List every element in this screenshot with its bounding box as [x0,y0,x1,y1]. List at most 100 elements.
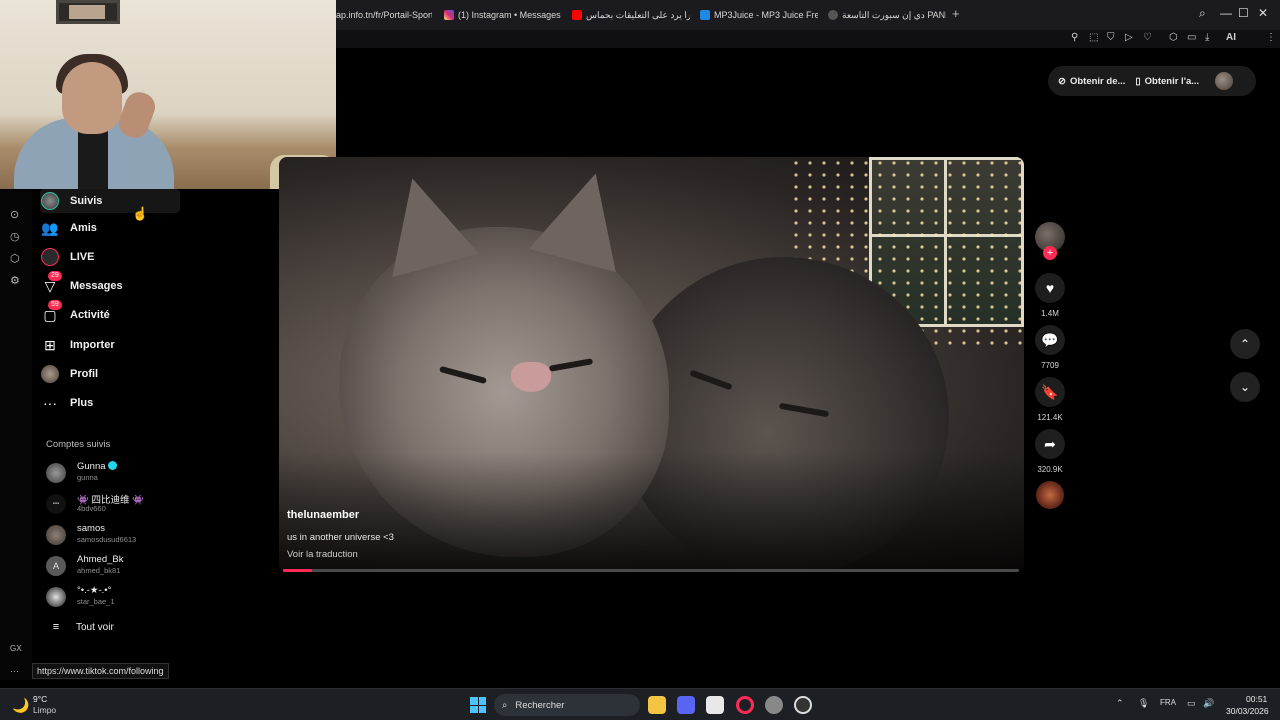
followed-account[interactable]: °•.-★-.•° star_bae_1 [46,584,186,610]
nav-messages[interactable]: ▽ 29 Messages [40,271,180,298]
new-tab-button[interactable]: + [952,7,960,20]
nav-label: Plus [70,397,94,409]
cat-eye [439,365,487,385]
snapshot-icon[interactable]: ⬚ [1089,32,1098,43]
avatar [46,463,66,483]
ai-button[interactable]: AI [1226,32,1236,43]
start-tile [470,705,478,713]
cat-ear [368,166,480,278]
download-icon[interactable]: ⤓ [1205,32,1209,43]
browser-tab[interactable]: ساشارا يرد على التعليقات بحماس [572,6,690,24]
save-button[interactable]: 🔖 [1035,377,1065,407]
like-button[interactable]: ♥ [1035,273,1065,303]
extensions-icon[interactable]: ⬡ [1169,32,1178,43]
browser-tab[interactable]: دي إن سبورت التاسعة PANDA [828,6,946,24]
live-icon [40,247,60,267]
nav-live[interactable]: LIVE [40,245,180,269]
chrome-icon[interactable] [765,696,783,714]
video-shade [279,452,1024,572]
file-explorer-icon[interactable] [648,696,666,714]
wallet-icon[interactable]: ▭ [1187,32,1196,43]
avatar: A [46,556,66,576]
nav-activity[interactable]: ▢ 59 Activité [40,300,180,327]
video-progress-bar[interactable] [283,569,1019,572]
maximize-icon[interactable]: ☐ [1238,6,1249,20]
clock-time[interactable]: 00:51 [1246,694,1267,704]
followed-account[interactable]: ▪▪▪ 👾 四比迪维 👾 4bdv660 [46,491,186,517]
network-icon[interactable]: ▭ [1187,698,1196,709]
cube-icon[interactable]: ⬡ [10,252,20,265]
next-video-button[interactable]: ⌄ [1230,372,1260,402]
followed-account[interactable]: A Ahmed_Bk ahmed_bk81 [46,553,186,579]
menu-icon[interactable]: ⋮ [1266,32,1276,43]
get-app-button[interactable]: ▯ Obtenir l'a... [1135,76,1199,87]
opera-gx-icon[interactable] [736,696,754,714]
play-icon[interactable]: ▷ [1125,32,1133,43]
like-count: 1.4M [1041,309,1059,318]
followed-accounts-title: Comptes suivis [46,439,111,450]
browser-tab[interactable]: MP3Juice - MP3 Juice Free [700,6,818,24]
browser-tab[interactable]: (1) Instagram • Messages [444,6,562,24]
get-app-label: Obtenir l'a... [1144,75,1200,87]
weather-condition[interactable]: Limpo [33,705,56,715]
history-icon[interactable]: ◷ [10,230,20,243]
store-icon[interactable] [706,696,724,714]
heart-icon[interactable]: ♡ [1143,32,1152,43]
language-indicator[interactable]: FRA [1160,698,1176,707]
close-icon[interactable]: ✕ [1258,6,1268,20]
save-count: 121.4K [1037,413,1063,422]
browser-tab[interactable]: ap.info.tn/fr/Portail-Sport [336,6,432,24]
nav-profile[interactable]: Profil [40,362,180,386]
see-all-label: Tout voir [76,621,114,633]
nav-label: Activité [70,309,110,321]
start-button[interactable] [470,697,486,713]
search-tabs-icon[interactable]: ⌕ [1199,6,1206,21]
cat-eye [548,358,594,372]
share-button[interactable]: ➦ [1035,429,1065,459]
video-author[interactable]: thelunaember [287,509,359,521]
coins-icon: ⊘ [1058,75,1066,87]
status-url: https://www.tiktok.com/following [32,663,169,679]
weather-temp[interactable]: 9°C [33,694,47,704]
settings-icon[interactable]: ⚙ [10,274,20,287]
music-disc-icon[interactable] [1036,481,1064,509]
search-label: Rechercher [515,699,565,711]
pin-icon[interactable]: ⚲ [1071,32,1078,43]
share-count: 320.9K [1037,465,1063,474]
microphone-icon[interactable]: 🎙 [1138,698,1149,709]
gx-label[interactable]: GX [10,644,22,653]
nav-following[interactable]: Suivis [40,189,180,213]
video-player[interactable]: thelunaember us in another universe <3 V… [279,157,1024,572]
nav-upload[interactable]: ⊞ Importer [40,333,180,357]
opera-sidebar: ⊙ ◷ ⬡ ⚙ GX ··· [0,190,32,680]
account-username: ahmed_bk81 [77,566,121,575]
volume-icon[interactable]: 🔊 [1203,698,1214,709]
avatar [46,525,66,545]
tab-label: ساشارا يرد على التعليقات بحماس [586,9,690,20]
translate-link[interactable]: Voir la traduction [287,549,358,560]
discord-icon[interactable] [677,696,695,714]
followed-account[interactable]: Gunna gunna [46,460,186,486]
media-player-icon[interactable] [794,696,812,714]
previous-video-button[interactable]: ⌃ [1230,329,1260,359]
more-icon[interactable]: ··· [10,666,19,676]
see-all-button[interactable]: ≡ Tout voir [46,615,186,639]
taskbar-search[interactable]: ⌕ Rechercher [494,694,640,716]
shield-icon[interactable]: ⛉ [1107,32,1115,43]
minimize-icon[interactable]: — [1220,6,1232,20]
chevron-up-icon[interactable]: ⌃ [1116,698,1124,709]
comment-button[interactable]: 💬 [1035,325,1065,355]
player-icon[interactable]: ⊙ [10,208,19,221]
get-coins-button[interactable]: ⊘ Obtenir de... [1058,76,1125,87]
youtube-icon [572,10,582,20]
nav-label: Profil [70,368,99,380]
nav-friends[interactable]: 👥 Amis [40,216,180,240]
clock-date[interactable]: 30/03/2026 [1226,706,1269,716]
nav-more[interactable]: ··· Plus [40,391,180,415]
user-avatar[interactable] [1215,72,1234,90]
chevron-down-icon: ⌄ [1239,380,1251,394]
follow-button[interactable]: + [1043,246,1057,260]
followed-account[interactable]: samos samosdusud6613 [46,522,186,548]
get-coins-label: Obtenir de... [1069,75,1126,87]
video-progress-fill [283,569,313,572]
